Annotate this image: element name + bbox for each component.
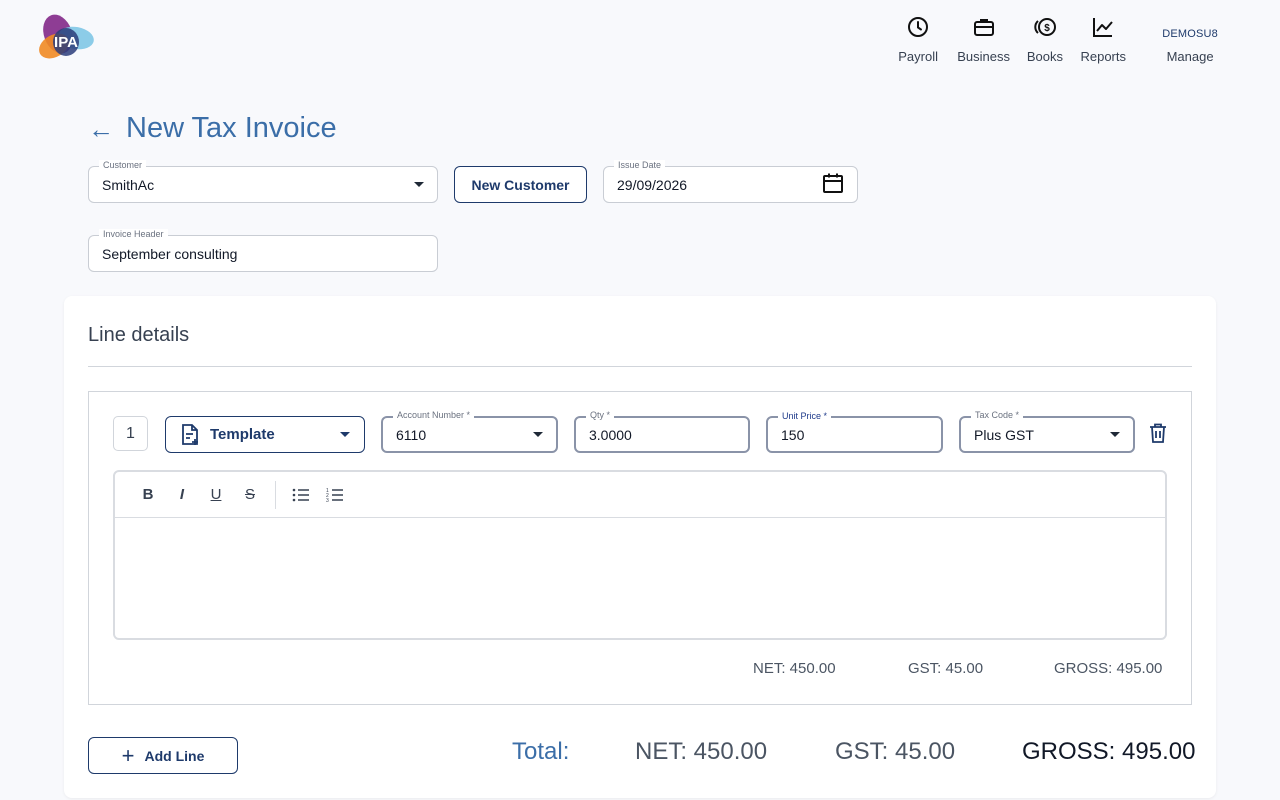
chevron-down-icon (340, 432, 350, 437)
total-gst: GST: 45.00 (835, 738, 956, 765)
divider (88, 366, 1192, 367)
invoice-header-value: September consulting (102, 245, 238, 262)
bullet-list-icon[interactable] (284, 480, 318, 510)
nav-manage-label: Manage (1166, 49, 1214, 64)
line-gst: GST: 45.00 (908, 660, 984, 677)
new-customer-button[interactable]: New Customer (454, 166, 587, 203)
plus-icon: + (121, 742, 135, 768)
nav-reports-label: Reports (1080, 49, 1126, 64)
total-label: Total: (512, 738, 570, 765)
unit-price-label: Unit Price * (778, 411, 832, 422)
account-number-select[interactable]: Account Number * 6110 (381, 410, 558, 453)
toolbar-separator (275, 480, 276, 509)
nav-business[interactable]: Business (957, 14, 1010, 64)
line-details-title: Line details (88, 324, 190, 346)
invoice-header-label: Invoice Header (99, 229, 168, 240)
svg-text:$: $ (1044, 23, 1050, 34)
nav-reports[interactable]: Reports (1080, 14, 1126, 64)
coins-icon: $ (1033, 14, 1057, 40)
page-title: New Tax Invoice (126, 112, 337, 144)
qty-label: Qty * (586, 410, 615, 421)
line-net: NET: 450.00 (753, 660, 836, 677)
line-number: 1 (113, 416, 148, 451)
add-line-label: Add Line (144, 747, 205, 764)
user-name: DEMOSU8 (1162, 28, 1218, 40)
qty-input[interactable]: Qty * 3.0000 (574, 410, 750, 453)
arrow-left-icon[interactable]: ← (88, 116, 114, 142)
tax-code-select[interactable]: Tax Code * Plus GST (959, 410, 1135, 453)
issue-date-value: 29/09/2026 (617, 176, 688, 193)
nav-payroll[interactable]: Payroll (898, 14, 938, 64)
strikethrough-button[interactable]: S (233, 480, 267, 510)
numbered-list-icon[interactable]: 123 (318, 480, 352, 510)
logo-text: IPA (54, 34, 78, 51)
unit-price-input[interactable]: Unit Price * 150 (766, 411, 943, 453)
chevron-down-icon (1110, 432, 1120, 437)
nav-payroll-label: Payroll (898, 49, 938, 64)
file-plus-icon (180, 423, 200, 446)
customer-value: SmithAc (102, 176, 155, 193)
page-title-row: ← New Tax Invoice (88, 112, 337, 145)
chart-line-icon (1091, 14, 1115, 40)
total-net: NET: 450.00 (635, 738, 768, 765)
account-number-value: 6110 (396, 426, 427, 443)
calendar-icon[interactable] (822, 172, 844, 197)
editor-toolbar: B I U S 123 (115, 472, 1165, 518)
nav-business-label: Business (957, 49, 1010, 64)
total-gross: GROSS: 495.00 (1022, 738, 1196, 765)
nav-books-label: Books (1026, 49, 1063, 64)
ipa-logo[interactable]: IPA (36, 12, 96, 64)
invoice-header-field[interactable]: Invoice Header September consulting (88, 229, 438, 272)
svg-text:3: 3 (326, 498, 329, 502)
invoice-line: 1 Template Account Number * 6110 Qty * 3… (88, 391, 1192, 705)
briefcase-icon (972, 14, 996, 40)
underline-button[interactable]: U (199, 480, 233, 510)
add-line-button[interactable]: + Add Line (88, 737, 238, 774)
description-editor: B I U S 123 (113, 470, 1167, 640)
clock-icon (906, 14, 930, 40)
customer-select[interactable]: Customer SmithAc (88, 160, 438, 203)
chevron-down-icon (414, 182, 424, 187)
line-details-card: Line details 1 Template Account Number *… (64, 296, 1216, 798)
trash-icon[interactable] (1149, 423, 1169, 445)
tax-code-label: Tax Code * (971, 410, 1024, 421)
issue-date-label: Issue Date (614, 160, 666, 171)
unit-price-value: 150 (781, 426, 805, 443)
line-gross: GROSS: 495.00 (1054, 660, 1163, 677)
editor-content[interactable] (115, 518, 1165, 638)
customer-label: Customer (99, 160, 147, 171)
account-number-label: Account Number * (393, 410, 475, 421)
italic-button[interactable]: I (165, 480, 199, 510)
qty-value: 3.0000 (589, 426, 632, 443)
issue-date-field[interactable]: Issue Date 29/09/2026 (603, 160, 858, 203)
tax-code-value: Plus GST (974, 426, 1034, 443)
nav-manage[interactable]: DEMOSU8 Manage (1162, 14, 1218, 64)
bold-button[interactable]: B (131, 480, 165, 510)
nav-books[interactable]: $ Books (1027, 14, 1063, 64)
template-label: Template (210, 426, 275, 443)
template-dropdown[interactable]: Template (165, 416, 365, 453)
chevron-down-icon (533, 432, 543, 437)
